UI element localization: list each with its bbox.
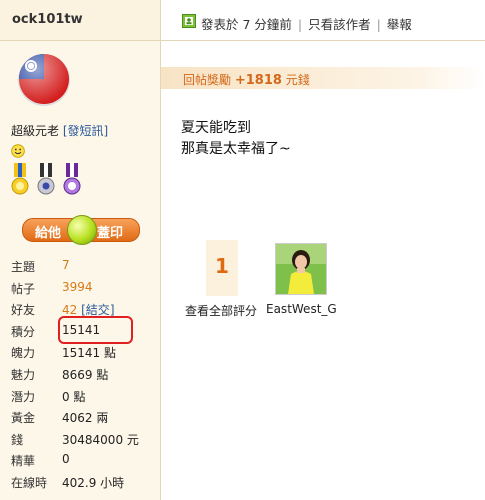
stat-value: 4062 兩 [62, 411, 109, 426]
rating-count-box[interactable]: 1 [206, 240, 238, 296]
online-status-icon [182, 14, 196, 31]
reply-reward-bar: 回帖獎勵 +1818 元錢 [161, 67, 485, 89]
rating-count: 1 [215, 254, 229, 278]
stat-key: 魅力 [11, 367, 36, 382]
stat-key: 精華 [11, 454, 36, 469]
stat-value: 15141 點 [62, 346, 116, 361]
rater-name-link[interactable]: EastWest_G [266, 302, 337, 316]
smiley-icon [11, 144, 25, 161]
stat-key: 潛力 [11, 389, 36, 404]
avatar[interactable] [13, 51, 75, 107]
stat-value: 0 點 [62, 389, 86, 404]
rank-line: 超級元老 [發短訊] [11, 124, 109, 138]
stat-value: 30484000 元 [62, 432, 139, 447]
purple-medal-icon [62, 163, 82, 200]
reward-label: 回帖獎勵 [183, 73, 232, 87]
stat-key: 積分 [11, 324, 36, 339]
view-all-ratings-link[interactable]: 查看全部評分 [185, 302, 257, 319]
stat-key: 在線時 [11, 475, 48, 490]
stat-value: 0 [62, 452, 70, 467]
stat-value[interactable]: 3994 [62, 280, 93, 294]
rater-avatar[interactable] [275, 243, 327, 295]
post-topbar: 發表於 7 分鐘前 | 只看該作者 | 舉報 [161, 0, 485, 41]
stat-key: 帖子 [11, 281, 36, 296]
green-ball-icon [67, 215, 97, 245]
report-link[interactable]: 舉報 [387, 17, 412, 32]
stat-key: 好友 [11, 303, 36, 318]
stat-value: 402.9 小時 [62, 475, 125, 490]
medals [10, 163, 84, 200]
send-pm-link[interactable]: 發短訊 [68, 124, 104, 138]
post-content: 夏天能吃到 那真是太幸福了~ [181, 118, 291, 160]
author-sidebar: ock101tw 超級元老 [發短訊] 給他 蓋印 主題 7 帖子 3994 好… [0, 0, 161, 500]
stat-value[interactable]: 7 [62, 258, 70, 272]
rate-button-left-label: 給他 [35, 226, 62, 241]
reward-amount: +1818 [234, 73, 282, 88]
post-main: 發表於 7 分鐘前 | 只看該作者 | 舉報 回帖獎勵 +1818 元錢 夏天能… [161, 0, 485, 500]
rank-title: 超級元老 [11, 124, 60, 138]
stat-key: 主題 [11, 260, 36, 274]
red-highlight-circle [58, 316, 133, 344]
rate-stamp-button[interactable]: 給他 蓋印 [22, 215, 140, 245]
gold-medal-icon [10, 163, 30, 200]
author-name[interactable]: ock101tw [0, 0, 160, 41]
only-author-link[interactable]: 只看該作者 [308, 17, 371, 32]
stat-key: 黃金 [11, 411, 36, 426]
post-time: 發表於 7 分鐘前 [201, 17, 292, 32]
stat-key: 錢 [11, 432, 24, 447]
post-line: 夏天能吃到 [181, 120, 251, 136]
stat-key: 魄力 [11, 346, 36, 361]
stat-value: 8669 點 [62, 367, 109, 382]
post-line: 那真是太幸福了~ [181, 141, 291, 157]
silver-medal-icon [36, 163, 56, 200]
rate-button-right-label: 蓋印 [97, 226, 124, 241]
reward-unit: 元錢 [285, 73, 310, 87]
